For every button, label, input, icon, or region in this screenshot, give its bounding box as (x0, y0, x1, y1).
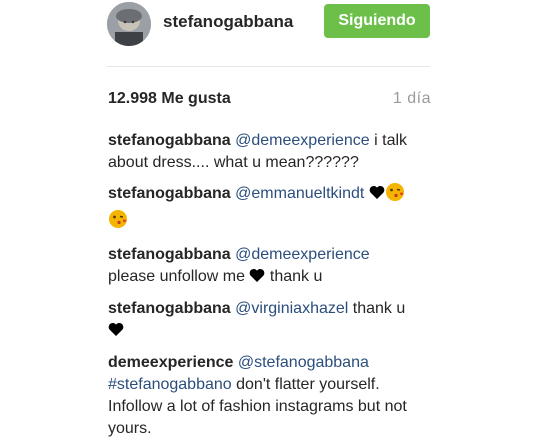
comment-username[interactable]: demeexperience (108, 354, 233, 371)
comment-item: stefanogabbana @demeexperience i talk ab… (108, 130, 428, 174)
divider (107, 66, 430, 67)
mention-link[interactable]: @stefanogabbana (238, 354, 369, 371)
comment-username[interactable]: stefanogabbana (108, 132, 231, 149)
mention-link[interactable]: @emmanueltkindt (235, 185, 364, 202)
comment-item: demeexperience @stefanogabbana #stefanog… (108, 352, 428, 440)
comment-item: stefanogabbana @demeexperience please un… (108, 244, 428, 290)
comment-username[interactable]: stefanogabbana (108, 185, 231, 202)
mention-link[interactable]: @virginiaxhazel (235, 300, 348, 317)
comment-text: please unfollow me (108, 268, 250, 285)
post-time: 1 día (392, 90, 431, 107)
comment-text: thank u (265, 268, 323, 285)
mention-link[interactable]: @demeexperience (235, 246, 370, 263)
comments-list: stefanogabbana @demeexperience i talk ab… (108, 130, 428, 442)
post-author-username[interactable]: stefanogabbana (163, 12, 293, 32)
post-header: stefanogabbana Siguiendo (0, 0, 533, 52)
kiss-face-emoji-icon (108, 209, 128, 236)
black-heart-icon (108, 322, 124, 344)
comment-username[interactable]: stefanogabbana (108, 246, 231, 263)
kiss-face-emoji-icon (385, 182, 405, 209)
black-heart-icon (369, 185, 385, 207)
black-heart-icon (249, 268, 265, 290)
hashtag-link[interactable]: #stefanogabbano (108, 376, 232, 393)
mention-link[interactable]: @demeexperience (235, 132, 370, 149)
comment-item: stefanogabbana @emmanueltkindt (108, 182, 428, 236)
avatar[interactable] (107, 2, 151, 46)
comment-username[interactable]: stefanogabbana (108, 300, 231, 317)
comment-item: stefanogabbana @virginiaxhazel thank u (108, 298, 428, 344)
likes-count[interactable]: 12.998 Me gusta (108, 90, 231, 108)
following-button[interactable]: Siguiendo (324, 4, 430, 38)
comment-text: thank u (348, 300, 406, 317)
